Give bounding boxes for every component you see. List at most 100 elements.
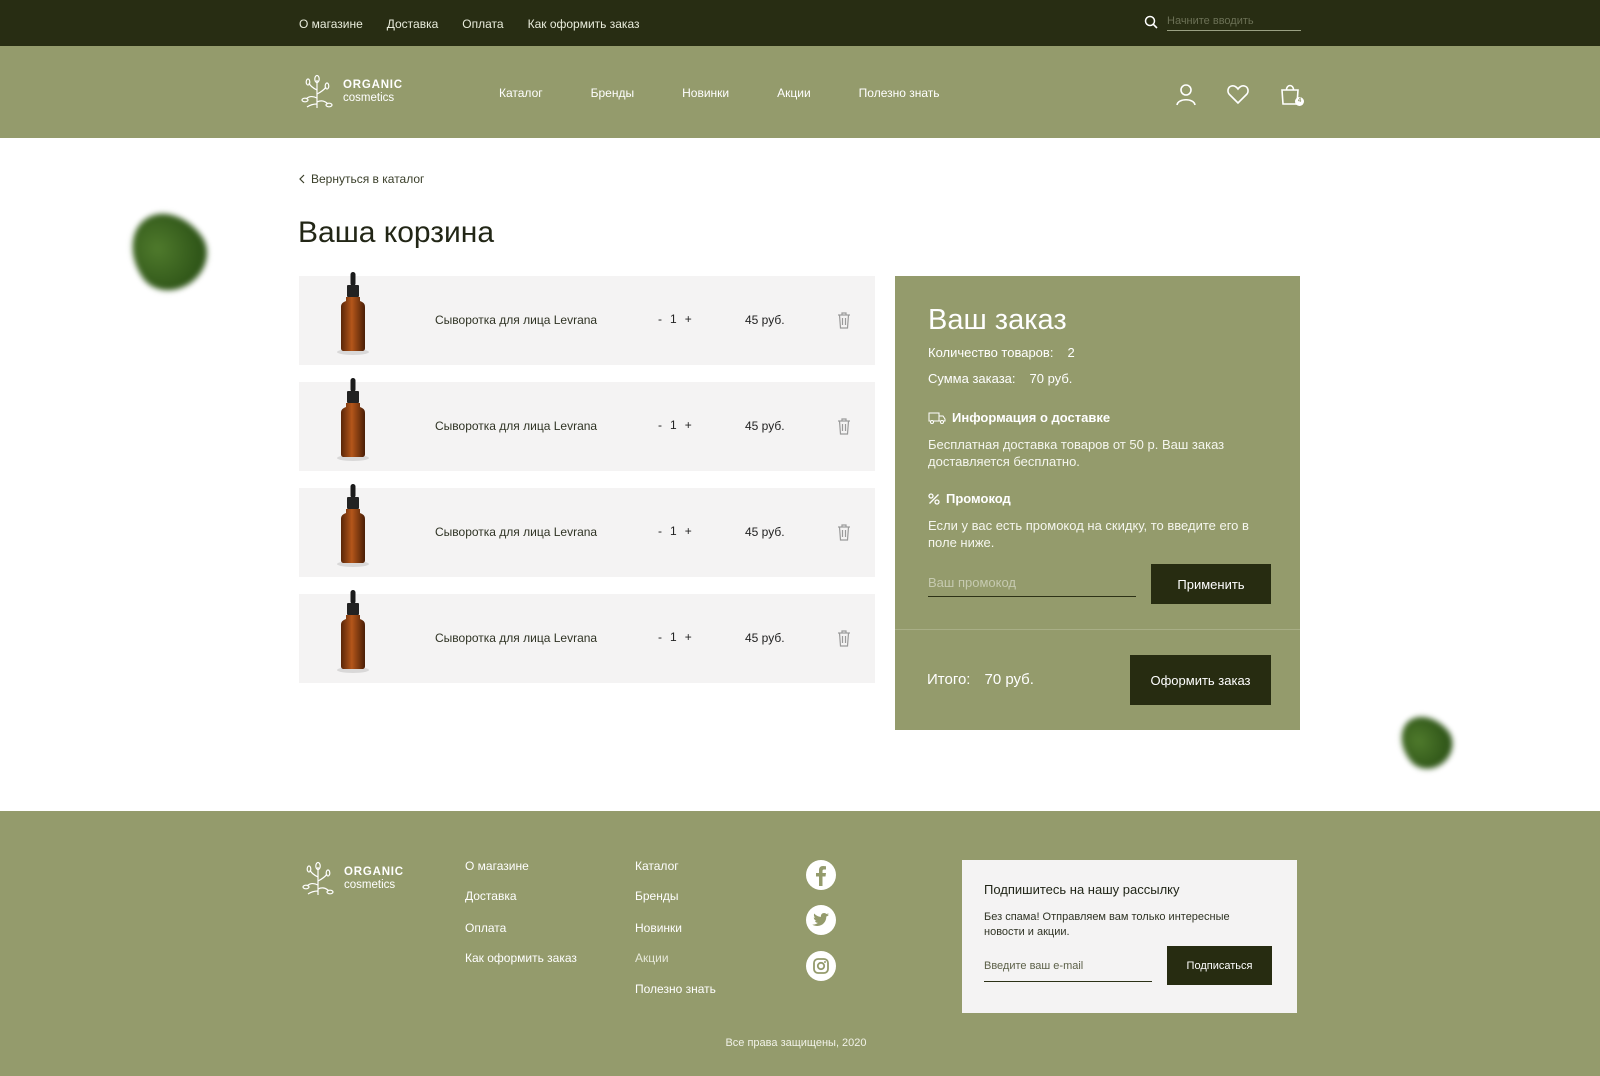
top-link-delivery[interactable]: Доставка [387, 17, 439, 31]
product-name[interactable]: Сыворотка для лица Levrana [435, 631, 597, 645]
back-to-catalog-link[interactable]: Вернуться в каталог [299, 172, 424, 186]
decrease-qty-button[interactable]: - [658, 418, 662, 432]
twitter-icon [812, 913, 829, 926]
footer-link-how-to-order[interactable]: Как оформить заказ [465, 951, 577, 981]
delivery-info-title: Информация о доставке [928, 410, 1110, 425]
quantity-value: 1 [670, 630, 677, 644]
cart-item: Сыворотка для лица Levrana - 1 + 45 руб. [299, 590, 875, 683]
top-search [1144, 12, 1301, 32]
trash-icon[interactable] [837, 417, 851, 435]
top-links: О магазине Доставка Оплата Как оформить … [299, 17, 640, 31]
leaf-logo-icon [302, 861, 334, 895]
trash-icon[interactable] [837, 629, 851, 647]
footer-link-catalog[interactable]: Каталог [635, 859, 716, 889]
cart-count-badge: 4 [1295, 97, 1304, 106]
footer-link-brands[interactable]: Бренды [635, 889, 716, 921]
truck-icon [928, 412, 946, 424]
order-summary-panel: Ваш заказ Количество товаров: 2 Сумма за… [895, 276, 1300, 730]
order-count-label: Количество товаров: [928, 345, 1054, 360]
order-total: Итого: 70 руб. [927, 671, 1034, 688]
order-sum-value: 70 руб. [1029, 371, 1073, 386]
search-input[interactable] [1167, 12, 1301, 31]
item-price: 45 руб. [745, 525, 785, 539]
cart-button[interactable]: 4 [1278, 82, 1304, 106]
order-title: Ваш заказ [928, 304, 1067, 336]
percent-icon [928, 492, 940, 505]
footer-logo-text: ORGANIC cosmetics [344, 866, 404, 892]
facebook-icon [816, 866, 826, 886]
increase-qty-button[interactable]: + [685, 524, 692, 538]
logo[interactable]: ORGANIC cosmetics [299, 74, 403, 110]
twitter-button[interactable] [806, 905, 836, 935]
decrease-qty-button[interactable]: - [658, 630, 662, 644]
footer-link-sales[interactable]: Акции [635, 951, 716, 982]
instagram-button[interactable] [806, 951, 836, 981]
serum-bottle-image [337, 378, 369, 461]
apply-promo-button[interactable]: Применить [1151, 564, 1271, 604]
increase-qty-button[interactable]: + [685, 418, 692, 432]
delivery-info-text: Бесплатная доставка товаров от 50 р. Ваш… [928, 437, 1225, 469]
order-sum-label: Сумма заказа: [928, 371, 1016, 386]
quantity-stepper: - 1 + [658, 312, 692, 326]
decrease-qty-button[interactable]: - [658, 524, 662, 538]
logo-line-1: ORGANIC [343, 79, 403, 91]
main-nav: Каталог Бренды Новинки Акции Полезно зна… [499, 86, 940, 100]
footer: ORGANIC cosmetics О магазине Доставка Оп… [0, 811, 1600, 1076]
delivery-title-text: Информация о доставке [952, 410, 1111, 425]
product-name[interactable]: Сыворотка для лица Levrana [435, 525, 597, 539]
promo-title-text: Промокод [946, 491, 1011, 506]
checkout-button[interactable]: Оформить заказ [1130, 655, 1271, 705]
order-sum-row: Сумма заказа: 70 руб. [928, 371, 1072, 386]
decorative-leaf-right [1390, 705, 1462, 779]
footer-info-links: О магазине Доставка Оплата Как оформить … [465, 859, 577, 981]
instagram-icon [813, 958, 829, 974]
promo-text: Если у вас есть промокод на скидку, то в… [928, 518, 1249, 550]
nav-useful[interactable]: Полезно знать [859, 86, 940, 100]
footer-logo-line-2: cosmetics [344, 879, 396, 891]
promo-code-input[interactable] [928, 569, 1136, 597]
trash-icon[interactable] [837, 311, 851, 329]
quantity-stepper: - 1 + [658, 524, 692, 538]
copyright: Все права защищены, 2020 [725, 1037, 867, 1049]
nav-new[interactable]: Новинки [682, 86, 729, 100]
product-name[interactable]: Сыворотка для лица Levrana [435, 419, 597, 433]
footer-link-useful[interactable]: Полезно знать [635, 982, 716, 1012]
newsletter-title: Подпишитесь на нашу рассылку [984, 882, 1180, 897]
trash-icon[interactable] [837, 523, 851, 541]
cart-item: Сыворотка для лица Levrana - 1 + 45 руб. [299, 272, 875, 365]
order-count-value: 2 [1067, 345, 1075, 360]
facebook-button[interactable] [806, 860, 836, 890]
email-field[interactable] [984, 950, 1152, 982]
product-name[interactable]: Сыворотка для лица Levrana [435, 313, 597, 327]
footer-link-new[interactable]: Новинки [635, 921, 716, 951]
quantity-value: 1 [670, 524, 677, 538]
top-link-how-to-order[interactable]: Как оформить заказ [528, 17, 640, 31]
footer-logo[interactable]: ORGANIC cosmetics [300, 861, 404, 897]
decrease-qty-button[interactable]: - [658, 312, 662, 326]
nav-sales[interactable]: Акции [777, 86, 811, 100]
increase-qty-button[interactable]: + [685, 312, 692, 326]
logo-text: ORGANIC cosmetics [343, 79, 403, 105]
subscribe-button[interactable]: Подписаться [1167, 946, 1272, 985]
heart-icon[interactable] [1226, 82, 1250, 106]
total-value: 70 руб. [984, 671, 1034, 688]
quantity-stepper: - 1 + [658, 630, 692, 644]
footer-link-about[interactable]: О магазине [465, 859, 577, 889]
item-price: 45 руб. [745, 631, 785, 645]
top-link-about[interactable]: О магазине [299, 17, 363, 31]
footer-link-payment[interactable]: Оплата [465, 921, 577, 951]
search-icon[interactable] [1144, 15, 1158, 29]
newsletter-box: Подпишитесь на нашу рассылку Без спама! … [962, 860, 1297, 1013]
order-count-row: Количество товаров: 2 [928, 345, 1075, 360]
user-icon[interactable] [1174, 82, 1198, 106]
back-link-label: Вернуться в каталог [311, 172, 425, 186]
cart-item: Сыворотка для лица Levrana - 1 + 45 руб. [299, 378, 875, 471]
footer-link-delivery[interactable]: Доставка [465, 889, 577, 921]
top-link-payment[interactable]: Оплата [462, 17, 503, 31]
item-price: 45 руб. [745, 419, 785, 433]
leaf-logo-icon [301, 74, 333, 108]
nav-catalog[interactable]: Каталог [499, 86, 543, 100]
increase-qty-button[interactable]: + [685, 630, 692, 644]
decorative-leaf-left [116, 198, 220, 304]
nav-brands[interactable]: Бренды [591, 86, 634, 100]
